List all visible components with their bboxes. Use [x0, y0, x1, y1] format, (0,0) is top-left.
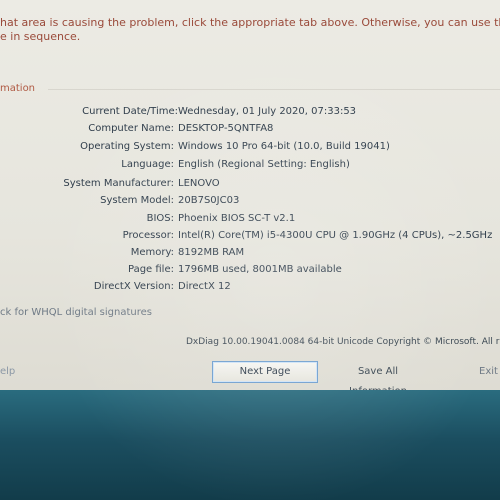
info-value-page-file: 1796MB used, 8001MB available	[178, 264, 342, 275]
info-value-date-time: Wednesday, 01 July 2020, 07:33:53	[178, 106, 357, 117]
info-value-bios: Phoenix BIOS SC-T v2.1	[178, 213, 296, 224]
info-value-computer-name: DESKTOP-5QNTFA8	[178, 123, 274, 134]
intro-line-2: e in sequence.	[0, 30, 81, 43]
desktop-background	[0, 390, 500, 500]
intro-line-1: hat area is causing the problem, click t…	[0, 16, 500, 29]
dxdiag-version-text: DxDiag 10.00.19041.0084 64-bit Unicode C…	[186, 337, 500, 347]
group-divider	[48, 89, 500, 90]
info-value-memory: 8192MB RAM	[178, 247, 245, 258]
system-information-heading: mation	[0, 83, 36, 94]
exit-button[interactable]: Exit	[478, 361, 500, 383]
info-value-processor: Intel(R) Core(TM) i5-4300U CPU @ 1.90GHz…	[178, 230, 493, 241]
intro-text: hat area is causing the problem, click t…	[0, 16, 500, 44]
info-value-operating-system: Windows 10 Pro 64-bit (10.0, Build 19041…	[178, 141, 390, 152]
save-all-information-button[interactable]: Save All Information	[332, 361, 424, 390]
next-page-button[interactable]: Next Page	[212, 361, 318, 383]
info-value-directx-version: DirectX 12	[178, 281, 231, 292]
info-value-system-model: 20B7S0JC03	[178, 195, 240, 206]
info-value-system-manufacturer: LENOVO	[178, 178, 220, 189]
whql-check-checkbox-label[interactable]: ck for WHQL digital signatures	[0, 307, 152, 318]
directx-diagnostic-window: hat area is causing the problem, click t…	[0, 0, 500, 390]
info-value-language: English (Regional Setting: English)	[178, 159, 350, 170]
help-button[interactable]: elp	[0, 366, 15, 377]
